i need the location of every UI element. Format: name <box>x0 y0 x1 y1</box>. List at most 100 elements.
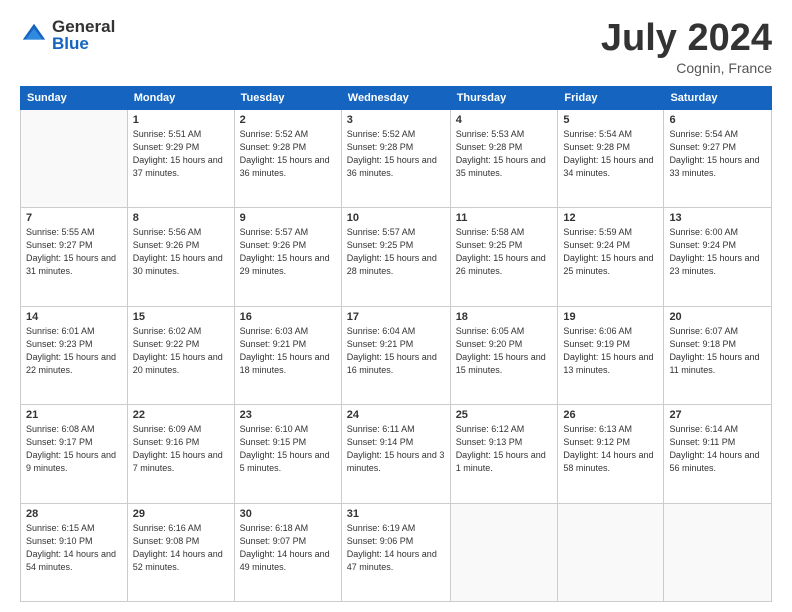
day-number: 21 <box>26 409 122 421</box>
calendar-cell: 13 Sunrise: 6:00 AM Sunset: 9:24 PM Dayli… <box>664 208 772 306</box>
calendar-cell <box>450 503 558 601</box>
calendar-cell: 23 Sunrise: 6:10 AM Sunset: 9:15 PM Dayli… <box>234 405 341 503</box>
day-info: Sunrise: 5:54 AM Sunset: 9:28 PM Dayligh… <box>563 128 658 180</box>
day-info: Sunrise: 6:05 AM Sunset: 9:20 PM Dayligh… <box>456 325 553 377</box>
header-tuesday: Tuesday <box>234 86 341 109</box>
day-number: 13 <box>669 212 766 224</box>
day-number: 24 <box>347 409 445 421</box>
calendar-cell: 7 Sunrise: 5:55 AM Sunset: 9:27 PM Daylig… <box>21 208 128 306</box>
day-number: 19 <box>563 311 658 323</box>
calendar-cell: 27 Sunrise: 6:14 AM Sunset: 9:11 PM Dayli… <box>664 405 772 503</box>
calendar-cell: 6 Sunrise: 5:54 AM Sunset: 9:27 PM Daylig… <box>664 109 772 207</box>
calendar-cell: 31Sunrise: 6:19 AM Sunset: 9:06 PM Dayli… <box>341 503 450 601</box>
calendar-cell: 17 Sunrise: 6:04 AM Sunset: 9:21 PM Dayli… <box>341 306 450 404</box>
calendar-cell: 8 Sunrise: 5:56 AM Sunset: 9:26 PM Daylig… <box>127 208 234 306</box>
day-number: 23 <box>240 409 336 421</box>
day-number: 6 <box>669 114 766 126</box>
day-info: Sunrise: 5:55 AM Sunset: 9:27 PM Dayligh… <box>26 226 122 278</box>
day-info: Sunrise: 5:59 AM Sunset: 9:24 PM Dayligh… <box>563 226 658 278</box>
calendar-header-row: Sunday Monday Tuesday Wednesday Thursday… <box>21 86 772 109</box>
day-number: 26 <box>563 409 658 421</box>
day-number: 27 <box>669 409 766 421</box>
day-info: Sunrise: 6:13 AM Sunset: 9:12 PM Dayligh… <box>563 423 658 475</box>
calendar-cell: 21 Sunrise: 6:08 AM Sunset: 9:17 PM Dayli… <box>21 405 128 503</box>
calendar-cell: 25 Sunrise: 6:12 AM Sunset: 9:13 PM Dayli… <box>450 405 558 503</box>
day-info: Sunrise: 6:00 AM Sunset: 9:24 PM Dayligh… <box>669 226 766 278</box>
logo-blue: Blue <box>52 35 115 52</box>
day-number: 14 <box>26 311 122 323</box>
day-number: 16 <box>240 311 336 323</box>
day-number: 1 <box>133 114 229 126</box>
day-info: Sunrise: 6:12 AM Sunset: 9:13 PM Dayligh… <box>456 423 553 475</box>
day-info: Sunrise: 5:53 AM Sunset: 9:28 PM Dayligh… <box>456 128 553 180</box>
day-info: Sunrise: 6:07 AM Sunset: 9:18 PM Dayligh… <box>669 325 766 377</box>
day-number: 22 <box>133 409 229 421</box>
day-info: Sunrise: 6:16 AM Sunset: 9:08 PM Dayligh… <box>133 522 229 574</box>
calendar-cell: 11 Sunrise: 5:58 AM Sunset: 9:25 PM Dayli… <box>450 208 558 306</box>
calendar-cell <box>558 503 664 601</box>
day-number: 3 <box>347 114 445 126</box>
day-info: Sunrise: 6:01 AM Sunset: 9:23 PM Dayligh… <box>26 325 122 377</box>
day-info: Sunrise: 5:57 AM Sunset: 9:26 PM Dayligh… <box>240 226 336 278</box>
calendar-cell: 16Sunrise: 6:03 AM Sunset: 9:21 PM Dayli… <box>234 306 341 404</box>
logo: General Blue <box>20 18 115 52</box>
calendar-cell: 1 Sunrise: 5:51 AM Sunset: 9:29 PM Daylig… <box>127 109 234 207</box>
month-title: July 2024 <box>601 18 772 60</box>
day-info: Sunrise: 6:14 AM Sunset: 9:11 PM Dayligh… <box>669 423 766 475</box>
day-info: Sunrise: 6:02 AM Sunset: 9:22 PM Dayligh… <box>133 325 229 377</box>
day-number: 11 <box>456 212 553 224</box>
calendar-cell: 12Sunrise: 5:59 AM Sunset: 9:24 PM Dayli… <box>558 208 664 306</box>
day-number: 4 <box>456 114 553 126</box>
day-number: 9 <box>240 212 336 224</box>
day-info: Sunrise: 5:54 AM Sunset: 9:27 PM Dayligh… <box>669 128 766 180</box>
calendar-cell: 29 Sunrise: 6:16 AM Sunset: 9:08 PM Dayli… <box>127 503 234 601</box>
calendar-cell: 9 Sunrise: 5:57 AM Sunset: 9:26 PM Daylig… <box>234 208 341 306</box>
calendar-cell <box>21 109 128 207</box>
calendar-cell: 26 Sunrise: 6:13 AM Sunset: 9:12 PM Dayli… <box>558 405 664 503</box>
week-row-0: 1 Sunrise: 5:51 AM Sunset: 9:29 PM Daylig… <box>21 109 772 207</box>
day-info: Sunrise: 5:56 AM Sunset: 9:26 PM Dayligh… <box>133 226 229 278</box>
calendar-cell: 4 Sunrise: 5:53 AM Sunset: 9:28 PM Daylig… <box>450 109 558 207</box>
calendar-cell: 18 Sunrise: 6:05 AM Sunset: 9:20 PM Dayli… <box>450 306 558 404</box>
calendar-cell: 30 Sunrise: 6:18 AM Sunset: 9:07 PM Dayli… <box>234 503 341 601</box>
day-info: Sunrise: 5:51 AM Sunset: 9:29 PM Dayligh… <box>133 128 229 180</box>
day-info: Sunrise: 6:08 AM Sunset: 9:17 PM Dayligh… <box>26 423 122 475</box>
calendar-cell: 10 Sunrise: 5:57 AM Sunset: 9:25 PM Dayli… <box>341 208 450 306</box>
header-wednesday: Wednesday <box>341 86 450 109</box>
title-block: July 2024 Cognin, France <box>601 18 772 76</box>
day-number: 29 <box>133 508 229 520</box>
day-info: Sunrise: 6:09 AM Sunset: 9:16 PM Dayligh… <box>133 423 229 475</box>
day-info: Sunrise: 6:19 AM Sunset: 9:06 PM Dayligh… <box>347 522 445 574</box>
calendar-cell: 20 Sunrise: 6:07 AM Sunset: 9:18 PM Dayli… <box>664 306 772 404</box>
day-number: 30 <box>240 508 336 520</box>
day-number: 7 <box>26 212 122 224</box>
day-info: Sunrise: 5:52 AM Sunset: 9:28 PM Dayligh… <box>240 128 336 180</box>
day-info: Sunrise: 6:18 AM Sunset: 9:07 PM Dayligh… <box>240 522 336 574</box>
day-info: Sunrise: 6:15 AM Sunset: 9:10 PM Dayligh… <box>26 522 122 574</box>
logo-general: General <box>52 18 115 35</box>
day-info: Sunrise: 6:06 AM Sunset: 9:19 PM Dayligh… <box>563 325 658 377</box>
logo-icon <box>20 21 48 49</box>
day-number: 8 <box>133 212 229 224</box>
calendar-cell <box>664 503 772 601</box>
day-number: 25 <box>456 409 553 421</box>
day-info: Sunrise: 6:04 AM Sunset: 9:21 PM Dayligh… <box>347 325 445 377</box>
day-number: 17 <box>347 311 445 323</box>
header-friday: Friday <box>558 86 664 109</box>
calendar-cell: 2Sunrise: 5:52 AM Sunset: 9:28 PM Daylig… <box>234 109 341 207</box>
day-info: Sunrise: 5:58 AM Sunset: 9:25 PM Dayligh… <box>456 226 553 278</box>
logo-text: General Blue <box>52 18 115 52</box>
day-number: 20 <box>669 311 766 323</box>
day-number: 28 <box>26 508 122 520</box>
day-number: 15 <box>133 311 229 323</box>
day-number: 18 <box>456 311 553 323</box>
header: General Blue July 2024 Cognin, France <box>20 18 772 76</box>
header-monday: Monday <box>127 86 234 109</box>
calendar-cell: 28 Sunrise: 6:15 AM Sunset: 9:10 PM Dayli… <box>21 503 128 601</box>
calendar-cell: 15 Sunrise: 6:02 AM Sunset: 9:22 PM Dayli… <box>127 306 234 404</box>
week-row-2: 14 Sunrise: 6:01 AM Sunset: 9:23 PM Dayli… <box>21 306 772 404</box>
day-info: Sunrise: 5:57 AM Sunset: 9:25 PM Dayligh… <box>347 226 445 278</box>
day-info: Sunrise: 6:10 AM Sunset: 9:15 PM Dayligh… <box>240 423 336 475</box>
day-number: 10 <box>347 212 445 224</box>
week-row-3: 21 Sunrise: 6:08 AM Sunset: 9:17 PM Dayli… <box>21 405 772 503</box>
